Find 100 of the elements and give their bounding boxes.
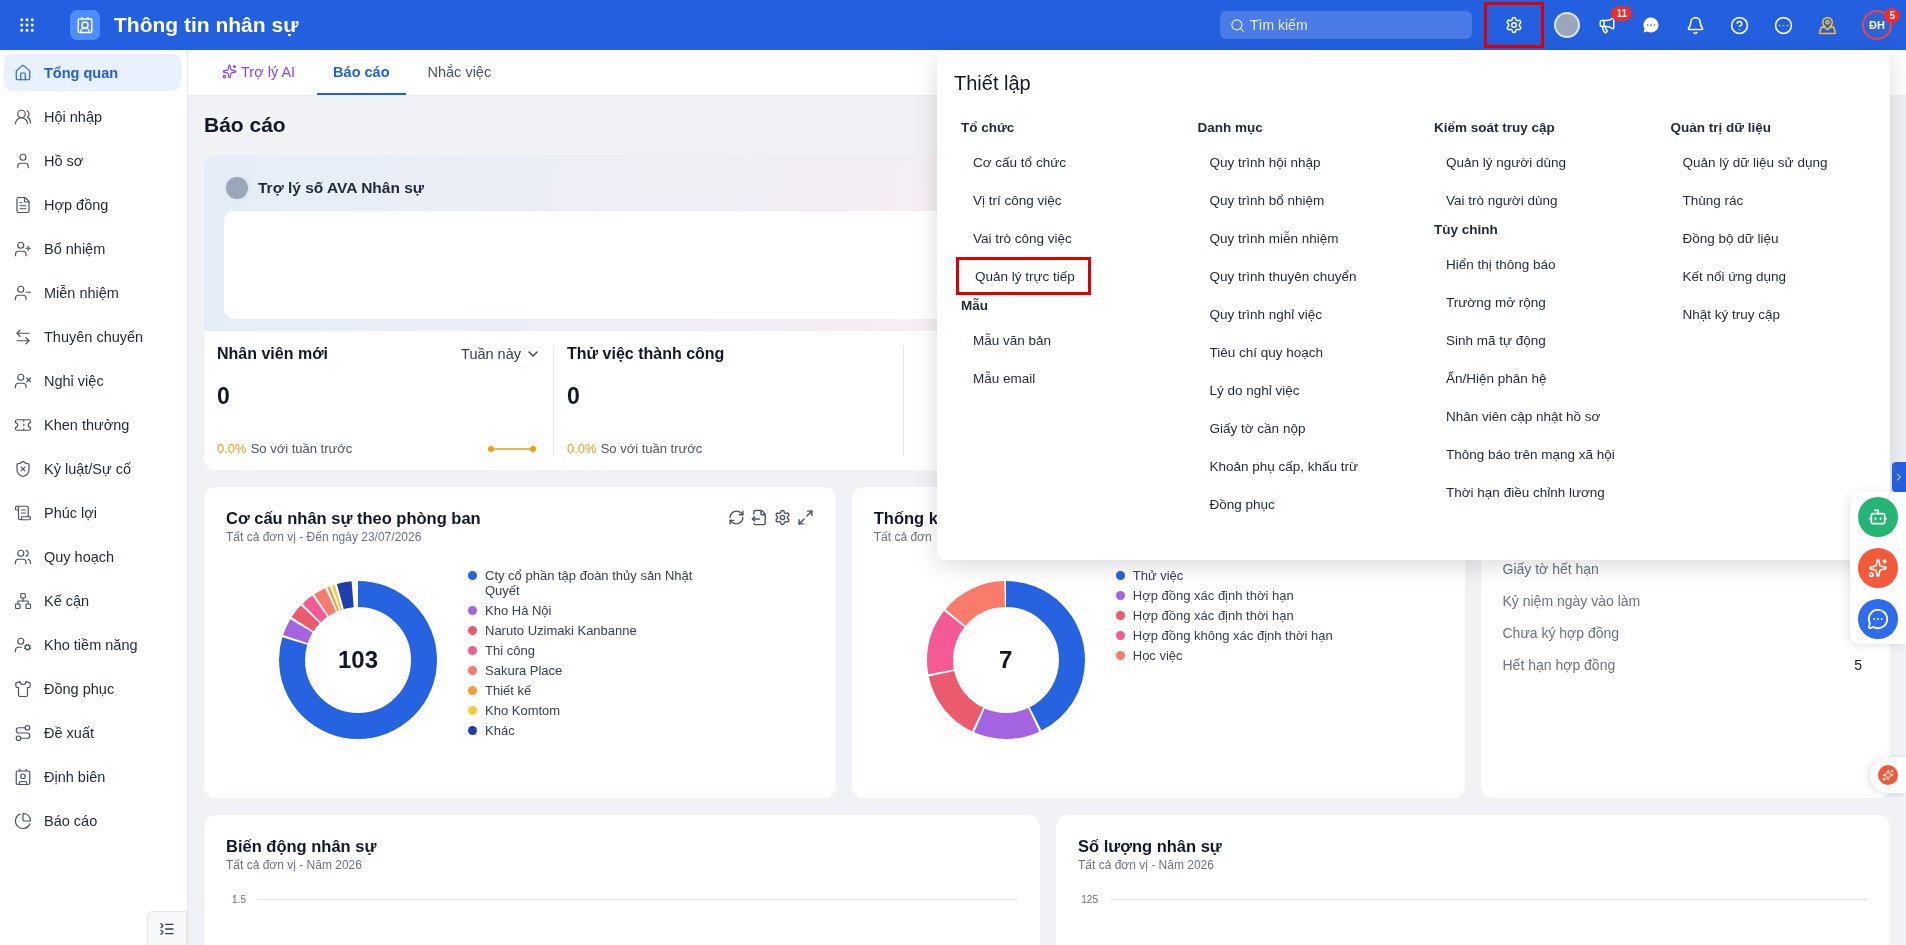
menu-title: Thiết lập bbox=[954, 72, 1031, 95]
collapse-button[interactable] bbox=[147, 911, 187, 945]
sidebar-item[interactable]: Nghỉ việc bbox=[4, 362, 181, 399]
menu-item[interactable]: Vị trí công việc bbox=[954, 181, 1070, 219]
sidebar-item[interactable]: Kế cận bbox=[4, 582, 181, 619]
stat-value: 0 bbox=[217, 383, 231, 410]
menu-item[interactable]: Quản lý người dùng bbox=[1427, 143, 1574, 181]
legend-label: Học việc bbox=[1132, 648, 1183, 663]
menu-item[interactable]: Tiêu chí quy hoạch bbox=[1190, 333, 1332, 371]
menu-item[interactable]: Hiển thị thông báo bbox=[1427, 245, 1564, 283]
legend-label: Kho Hà Nội bbox=[485, 603, 552, 618]
export-icon[interactable] bbox=[750, 509, 768, 526]
sidebar-item[interactable]: Định biên bbox=[4, 758, 181, 795]
sidebar-item[interactable]: Quy hoạch bbox=[4, 538, 181, 575]
menu-group-heading: Quản trị dữ liệu bbox=[1670, 120, 1772, 135]
sparkle-button[interactable] bbox=[1858, 548, 1898, 588]
menu-item[interactable]: Quản lý trực tiếp bbox=[956, 257, 1091, 295]
sidebar-item[interactable]: Hợp đồng bbox=[4, 186, 181, 223]
menu-item[interactable]: Thùng rác bbox=[1663, 181, 1752, 219]
bot-button[interactable] bbox=[1858, 497, 1898, 538]
menu-item[interactable]: Vai trò người dùng bbox=[1427, 181, 1566, 219]
menu-item[interactable]: Trường mở rộng bbox=[1427, 283, 1554, 321]
menu-item[interactable]: Ẩn/Hiện phân hệ bbox=[1427, 359, 1555, 397]
sidebar-item[interactable]: Báo cáo bbox=[4, 802, 181, 839]
change-percent: 0.0% bbox=[217, 441, 247, 456]
refresh-icon[interactable] bbox=[727, 509, 745, 526]
menu-item[interactable]: Cơ cấu tổ chức bbox=[954, 143, 1074, 181]
card-subtitle: Tất cả đơn vị - Năm 2026 bbox=[1078, 858, 1214, 872]
stat-title: Thử việc thành công bbox=[567, 345, 725, 363]
reminder-label: Chưa ký hợp đồng bbox=[1502, 625, 1620, 641]
menu-item[interactable]: Mẫu văn bản bbox=[954, 321, 1060, 359]
menu-item[interactable]: Quy trình miễn nhiệm bbox=[1190, 219, 1347, 257]
sidebar-item[interactable]: Thuyên chuyển bbox=[4, 318, 181, 355]
comparison-label: So với tuần trước bbox=[250, 441, 353, 456]
legend-label: Sakura Place bbox=[485, 663, 563, 678]
sidebar-item[interactable]: Tổng quan bbox=[4, 54, 181, 91]
legend-label: Khác bbox=[485, 723, 515, 738]
sparkle-badge-icon bbox=[1878, 765, 1898, 785]
expand-panel-button[interactable] bbox=[1892, 462, 1906, 492]
menu-item[interactable]: Nhật ký truy cập bbox=[1663, 295, 1789, 333]
card-subtitle: Tất cả đơn bbox=[873, 530, 932, 544]
sidebar-item[interactable]: Kỷ luật/Sự cố bbox=[4, 450, 181, 487]
sidebar-item[interactable]: Kho tiềm năng bbox=[4, 626, 181, 663]
menu-item[interactable]: Quản lý dữ liệu sử dụng bbox=[1663, 143, 1836, 181]
expand-icon[interactable] bbox=[796, 509, 814, 526]
shield-icon bbox=[14, 459, 32, 478]
user-icon bbox=[14, 151, 32, 170]
menu-item[interactable]: Mẫu email bbox=[954, 359, 1044, 397]
menu-item[interactable]: Giấy tờ cần nộp bbox=[1190, 409, 1314, 447]
menu-group-heading: Tùy chỉnh bbox=[1434, 222, 1498, 237]
menu-item[interactable]: Quy trình bổ nhiệm bbox=[1190, 181, 1333, 219]
menu-item[interactable]: Lý do nghỉ việc bbox=[1190, 371, 1308, 409]
contact-card-icon bbox=[76, 16, 94, 34]
menu-item[interactable]: Sinh mã tự động bbox=[1427, 321, 1554, 359]
sidebar-item[interactable]: Đề xuất bbox=[4, 714, 181, 751]
sidebar-item[interactable]: Khen thưởng bbox=[4, 406, 181, 443]
menu-item[interactable]: Khoản phụ cấp, khấu trừ bbox=[1190, 447, 1367, 485]
card-title: Biến động nhân sự bbox=[226, 837, 377, 856]
sidebar-item[interactable]: Bổ nhiệm bbox=[4, 230, 181, 267]
menu-item[interactable]: Đồng bộ dữ liệu bbox=[1663, 219, 1787, 257]
avatar-icon[interactable] bbox=[1554, 12, 1580, 38]
menu-item[interactable]: Quy trình hội nhập bbox=[1190, 143, 1329, 181]
tab[interactable]: Trợ lý AI bbox=[206, 50, 312, 95]
assistant-button[interactable] bbox=[1870, 757, 1906, 793]
total-count: 7 bbox=[999, 646, 1013, 674]
menu-item[interactable]: Quy trình nghỉ việc bbox=[1190, 295, 1331, 333]
user-minus-icon bbox=[14, 283, 32, 302]
tab[interactable]: Báo cáo bbox=[317, 50, 406, 95]
chat-button[interactable] bbox=[1858, 598, 1898, 639]
settings-icon[interactable] bbox=[773, 509, 791, 526]
menu-item[interactable]: Thông báo trên mạng xã hội bbox=[1427, 435, 1623, 473]
sidebar-item[interactable]: Phúc lợi bbox=[4, 494, 181, 531]
legend-label: Hợp đồng xác định thời hạn bbox=[1132, 608, 1294, 623]
sidebar-item[interactable]: Hồ sơ bbox=[4, 142, 181, 179]
period-dropdown[interactable]: Tuần này bbox=[461, 346, 541, 362]
robot-icon bbox=[1868, 507, 1888, 528]
axis-tick-label: 1.5 bbox=[231, 894, 246, 905]
tab[interactable]: Nhắc việc bbox=[411, 50, 508, 95]
sidebar-item[interactable]: Miễn nhiệm bbox=[4, 274, 181, 311]
menu-item[interactable]: Nhân viên cập nhật hồ sơ bbox=[1427, 397, 1609, 435]
sidebar-item[interactable]: Đồng phục bbox=[4, 670, 181, 707]
user-plus-icon bbox=[14, 239, 32, 258]
card-title: Số lượng nhân sự bbox=[1078, 837, 1222, 856]
change-percent: 0.0% bbox=[567, 441, 597, 456]
menu-item[interactable]: Quy trình thuyên chuyển bbox=[1190, 257, 1365, 295]
menu-item[interactable]: Vai trò công việc bbox=[954, 219, 1080, 257]
arrows-icon bbox=[14, 327, 32, 346]
sidebar-item[interactable]: Hội nhập bbox=[4, 98, 181, 135]
menu-item[interactable]: Đồng phục bbox=[1190, 485, 1283, 523]
settings-button[interactable] bbox=[1484, 2, 1544, 48]
collapse-icon bbox=[159, 920, 175, 937]
stat-value: 0 bbox=[567, 383, 581, 410]
shirt-icon bbox=[14, 679, 32, 698]
hierarchy-icon bbox=[14, 591, 32, 610]
menu-item[interactable]: Kết nối ứng dụng bbox=[1663, 257, 1795, 295]
legend-label: Thi công bbox=[485, 643, 535, 658]
search-field[interactable]: Tìm kiếm bbox=[1220, 11, 1472, 39]
assistant-title: Trợ lý số AVA Nhân sự bbox=[258, 179, 425, 197]
menu-item[interactable]: Thời hạn điều chỉnh lương bbox=[1427, 473, 1613, 511]
house-icon bbox=[14, 63, 32, 82]
